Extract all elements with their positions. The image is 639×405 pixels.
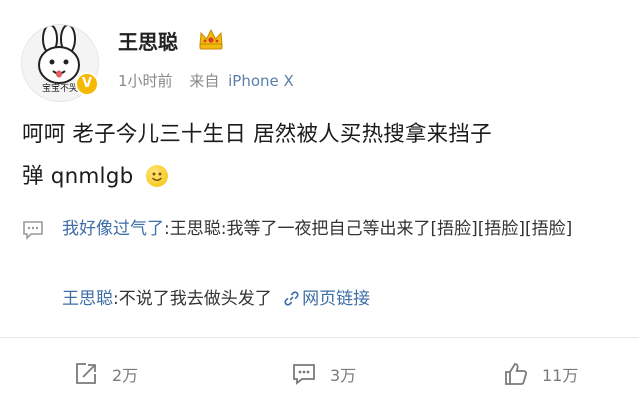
post-text-line-2-wrap: 弹 qnmlgb [22, 156, 622, 198]
web-link[interactable]: 网页链接 [283, 289, 370, 309]
reply-text: :不说了我去做头发了 [113, 289, 272, 309]
avatar-caption: 宝宝不哭 [42, 82, 78, 94]
hot-comment: 我好像过气了:王思聪:我等了一夜把自己等出来了[捂脸][捂脸][捂脸] [62, 216, 622, 243]
source-prefix: 来自 [189, 72, 220, 90]
like-button[interactable]: 11万 [503, 360, 578, 388]
post-text-line-1: 呵呵 老子今儿三十生日 居然被人买热搜拿来挡子 [22, 122, 492, 147]
post-time: 1小时前 [118, 72, 173, 90]
comment-button[interactable]: 3万 [291, 360, 356, 388]
repost-icon [76, 363, 96, 384]
like-icon [505, 363, 528, 385]
reply-user[interactable]: 王思聪 [62, 289, 113, 309]
hot-comment-text: :王思聪:我等了一夜把自己等出来了[捂脸][捂脸][捂脸] [164, 219, 573, 239]
link-icon [284, 291, 299, 306]
repost-button[interactable]: 2万 [73, 360, 138, 388]
post-text-line-2: 弹 qnmlgb [22, 164, 134, 189]
reply: 王思聪:不说了我去做头发了 网页链接 [62, 286, 622, 313]
username[interactable]: 王思聪 [118, 26, 178, 55]
smile-emoji-icon [146, 165, 169, 187]
post-body: 呵呵 老子今儿三十生日 居然被人买热搜拿来挡子 弹 qnmlgb [22, 114, 622, 198]
verified-badge-icon: V [75, 72, 99, 96]
hot-comment-user[interactable]: 我好像过气了 [62, 219, 164, 239]
comment-icon [23, 221, 43, 240]
like-count: 11万 [542, 366, 579, 385]
comment-action-icon [293, 364, 315, 385]
repost-count: 2万 [112, 366, 139, 385]
web-link-label: 网页链接 [302, 289, 371, 309]
source-device[interactable]: iPhone X [228, 72, 294, 90]
post-header: 宝宝不哭 V 王思聪 1小时前 来自 iPhone X [0, 0, 639, 105]
action-bar: 2万 3万 11万 [0, 338, 639, 405]
crown-icon [199, 28, 223, 50]
comment-count: 3万 [330, 366, 357, 385]
post-meta: 1小时前 来自 iPhone X [118, 70, 294, 91]
